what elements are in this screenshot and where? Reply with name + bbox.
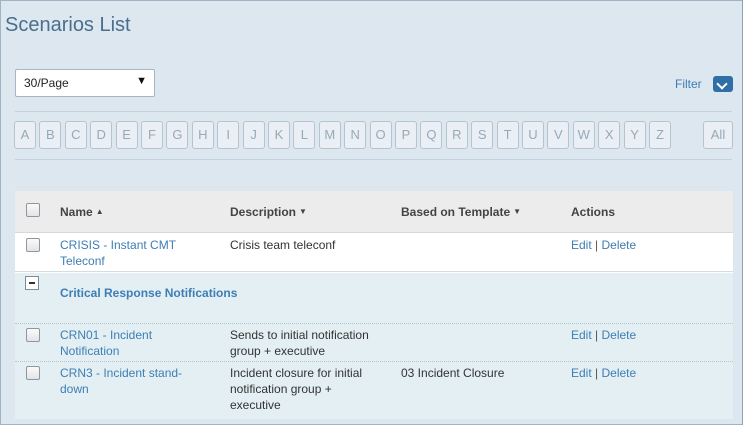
alphabet-letter-e[interactable]: E (115, 121, 138, 149)
column-header-description[interactable]: Description ▼ (230, 205, 307, 219)
column-label: Name (60, 205, 93, 219)
sort-descending-icon: ▼ (513, 207, 522, 216)
column-label: Based on Template (401, 205, 511, 219)
divider (15, 111, 732, 112)
alphabet-letter-c[interactable]: C (64, 121, 87, 149)
scenario-name-link[interactable]: CRN01 - Incident Notification (60, 327, 210, 359)
alphabet-letter-w[interactable]: W (572, 121, 595, 149)
row-checkbox[interactable] (26, 238, 40, 252)
alphabet-letter-n[interactable]: N (344, 121, 367, 149)
sort-descending-icon: ▼ (299, 207, 307, 216)
alphabet-letter-o[interactable]: O (369, 121, 392, 149)
alphabet-letter-i[interactable]: I (217, 121, 240, 149)
select-all-checkbox[interactable] (26, 203, 40, 217)
edit-link[interactable]: Edit (571, 238, 592, 252)
alphabet-letter-a[interactable]: A (14, 121, 36, 149)
row-actions: Edit | Delete (571, 365, 636, 381)
alphabet-letter-m[interactable]: M (318, 121, 341, 149)
action-separator: | (595, 238, 599, 252)
alphabet-letter-q[interactable]: Q (420, 121, 443, 149)
alphabet-letter-v[interactable]: V (547, 121, 570, 149)
alphabet-letter-s[interactable]: S (471, 121, 494, 149)
table-header: Name ▲ Description ▼ Based on Template ▼ Ac… (15, 191, 733, 233)
action-separator: | (595, 366, 599, 380)
alphabet-letter-j[interactable]: J (242, 121, 265, 149)
row-divider (15, 323, 733, 324)
delete-link[interactable]: Delete (602, 328, 637, 342)
row-checkbox[interactable] (26, 328, 40, 342)
row-divider (15, 361, 733, 362)
group-label[interactable]: Critical Response Notifications (60, 286, 237, 300)
scenario-template: 03 Incident Closure (401, 366, 505, 380)
column-header-name[interactable]: Name ▲ (60, 205, 104, 219)
scenarios-table: Name ▲ Description ▼ Based on Template ▼ Ac… (15, 191, 733, 419)
scenario-name-link[interactable]: CRISIS - Instant CMT Teleconf (60, 237, 210, 269)
scenario-description: Incident closure for initial notificatio… (230, 366, 363, 412)
divider (15, 159, 732, 160)
edit-link[interactable]: Edit (571, 328, 592, 342)
delete-link[interactable]: Delete (602, 366, 637, 380)
alphabet-letter-h[interactable]: H (191, 121, 214, 149)
dropdown-arrow-icon: ▼ (136, 75, 147, 87)
scenario-description: Sends to initial notification group + ex… (230, 328, 369, 358)
alphabet-letter-b[interactable]: B (39, 121, 62, 149)
alphabet-letter-z[interactable]: Z (649, 121, 671, 149)
alphabet-letter-g[interactable]: G (166, 121, 189, 149)
alphabet-letter-t[interactable]: T (496, 121, 519, 149)
filter-link[interactable]: Filter (675, 77, 702, 91)
alphabet-letter-x[interactable]: X (598, 121, 621, 149)
filter-toggle-button[interactable] (713, 76, 733, 92)
alphabet-letter-r[interactable]: R (445, 121, 468, 149)
page-title: Scenarios List (5, 14, 131, 36)
alphabet-letter-d[interactable]: D (90, 121, 113, 149)
per-page-value: 30/Page (24, 76, 69, 90)
column-label: Description (230, 205, 297, 219)
column-header-actions: Actions (571, 205, 616, 219)
alphabet-letter-y[interactable]: Y (623, 121, 646, 149)
scenario-name-link[interactable]: CRN3 - Incident stand-down (60, 365, 200, 397)
row-checkbox[interactable] (26, 366, 40, 380)
scenario-description: Crisis team teleconf (230, 238, 336, 252)
alphabet-letter-p[interactable]: P (395, 121, 417, 149)
action-separator: | (595, 328, 599, 342)
alphabet-letter-f[interactable]: F (141, 121, 163, 149)
alphabet-letter-u[interactable]: U (522, 121, 544, 149)
sort-ascending-icon: ▲ (95, 207, 104, 216)
alphabet-letter-k[interactable]: K (268, 121, 290, 149)
delete-link[interactable]: Delete (602, 238, 637, 252)
collapse-group-icon[interactable] (25, 276, 39, 290)
alphabet-all-button[interactable]: All (703, 121, 733, 149)
table-row: CRISIS - Instant CMT Teleconf Crisis tea… (15, 234, 733, 272)
per-page-select[interactable]: 30/Page ▼ (15, 69, 155, 97)
alphabet-letter-l[interactable]: L (293, 121, 316, 149)
row-actions: Edit | Delete (571, 237, 636, 253)
group-section: Critical Response Notifications CRN01 - … (15, 273, 733, 419)
row-actions: Edit | Delete (571, 327, 636, 343)
edit-link[interactable]: Edit (571, 366, 592, 380)
column-header-template[interactable]: Based on Template ▼ (401, 205, 521, 219)
